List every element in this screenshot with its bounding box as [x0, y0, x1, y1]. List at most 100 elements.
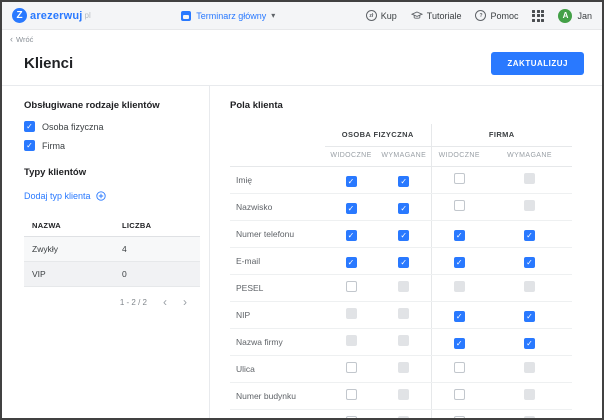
tutorials-button-label: Tutoriale [427, 11, 462, 21]
tutorials-button[interactable]: Tutoriale [411, 11, 462, 21]
checkbox-unchecked[interactable] [454, 389, 465, 400]
checkbox-checked[interactable]: ✓ [346, 230, 357, 241]
checkbox-cell [487, 356, 572, 383]
checkbox-unchecked[interactable] [454, 416, 465, 420]
checkbox-checked[interactable]: ✓ [524, 338, 535, 349]
checkbox-cell: ✓ [377, 248, 431, 275]
field-row: E-mail✓✓✓✓ [230, 248, 572, 275]
update-button[interactable]: ZAKTUALIZUJ [491, 52, 584, 75]
checkbox-checked[interactable]: ✓ [524, 257, 535, 268]
checkbox-unchecked[interactable] [346, 389, 357, 400]
subcolumn-visible: WIDOCZNE [325, 147, 377, 167]
group-header-company: FIRMA [431, 124, 572, 147]
checkbox-cell [377, 275, 431, 302]
user-menu[interactable]: A Jan [558, 9, 592, 23]
checkbox-unchecked[interactable] [454, 173, 465, 184]
checkbox-checked[interactable]: ✓ [454, 338, 465, 349]
checkbox-checked[interactable]: ✓ [398, 203, 409, 214]
topbar-center: Terminarz główny ▾ [91, 11, 366, 21]
checkbox-unchecked[interactable] [454, 200, 465, 211]
checkbox-unchecked[interactable] [346, 281, 357, 292]
checkbox-cell: ✓ [431, 329, 487, 356]
checkbox-cell: ✓ [325, 221, 377, 248]
checkbox-checked[interactable]: ✓ [24, 140, 35, 151]
client-type-count: 4 [122, 244, 127, 254]
checkbox-cell: ✓ [325, 194, 377, 221]
currency-icon: zł [366, 10, 377, 21]
client-fields-heading: Pola klienta [230, 100, 602, 111]
checkbox-cell [377, 383, 431, 410]
chevron-down-icon: ▾ [271, 11, 275, 20]
checkbox-disabled [346, 308, 357, 319]
checkbox-checked[interactable]: ✓ [454, 311, 465, 322]
subcolumn-visible: WIDOCZNE [431, 147, 487, 167]
field-label: PESEL [230, 275, 325, 302]
checkbox-unchecked[interactable] [346, 362, 357, 373]
apps-grid-icon[interactable] [532, 10, 544, 22]
checkbox-cell [325, 356, 377, 383]
chevron-right-icon[interactable]: › [183, 297, 187, 307]
checkbox-cell: ✓ [377, 221, 431, 248]
checkbox-cell: ✓ [487, 248, 572, 275]
add-client-type-link[interactable]: Dodaj typ klienta [24, 191, 199, 201]
checkbox-checked[interactable]: ✓ [524, 230, 535, 241]
field-label: NIP [230, 302, 325, 329]
client-type-row[interactable]: Zwykły4 [24, 237, 200, 262]
field-label: Numer budynku [230, 383, 325, 410]
checkbox-cell [487, 275, 572, 302]
buy-button[interactable]: zł Kup [366, 10, 397, 21]
help-button[interactable]: ? Pomoc [475, 10, 518, 21]
checkbox-disabled [398, 362, 409, 373]
checkbox-cell: ✓ [487, 302, 572, 329]
field-row: Nazwisko✓✓ [230, 194, 572, 221]
client-fields-table: OSOBA FIZYCZNA FIRMA WIDOCZNE WYMAGANE W… [230, 124, 572, 420]
checkbox-checked[interactable]: ✓ [398, 230, 409, 241]
checkbox-disabled [398, 416, 409, 420]
checkbox-checked[interactable]: ✓ [346, 176, 357, 187]
main-content: Obsługiwane rodzaje klientów ✓Osoba fizy… [2, 86, 602, 420]
checkbox-cell [431, 356, 487, 383]
checkbox-cell [377, 356, 431, 383]
checkbox-cell [431, 194, 487, 221]
avatar: A [558, 9, 572, 23]
schedule-selector[interactable]: Terminarz główny ▾ [181, 11, 275, 21]
checkbox-unchecked[interactable] [454, 362, 465, 373]
client-type-name: Zwykły [32, 244, 122, 254]
field-label: Numer telefonu [230, 221, 325, 248]
checkbox-unchecked[interactable] [346, 416, 357, 420]
field-label: Nazwa firmy [230, 329, 325, 356]
checkbox-checked[interactable]: ✓ [346, 257, 357, 268]
checkbox-disabled [398, 281, 409, 292]
supported-type-label: Firma [42, 141, 65, 151]
checkbox-cell: ✓ [431, 248, 487, 275]
page-header: Klienci ZAKTUALIZUJ [2, 46, 602, 85]
pagination: 1 - 2 / 2 ‹ › [24, 297, 199, 307]
breadcrumb-back-link[interactable]: ‹ Wróć [2, 30, 602, 46]
chevron-left-icon[interactable]: ‹ [163, 297, 167, 307]
checkbox-checked[interactable]: ✓ [398, 257, 409, 268]
help-button-label: Pomoc [490, 11, 518, 21]
checkbox-checked[interactable]: ✓ [524, 311, 535, 322]
checkbox-checked[interactable]: ✓ [24, 121, 35, 132]
logo[interactable]: Z arezerwuj pl [12, 8, 91, 23]
checkbox-checked[interactable]: ✓ [398, 176, 409, 187]
field-row: Numer lokalu [230, 410, 572, 420]
checkbox-cell [431, 167, 487, 194]
field-label: Ulica [230, 356, 325, 383]
group-header-row: OSOBA FIZYCZNA FIRMA [230, 124, 572, 147]
app-window: Z arezerwuj pl Terminarz główny ▾ zł Kup… [0, 0, 604, 420]
supported-type-option: ✓ Firma [24, 140, 199, 151]
page-title: Klienci [24, 55, 73, 72]
checkbox-checked[interactable]: ✓ [454, 257, 465, 268]
field-label: Imię [230, 167, 325, 194]
checkbox-checked[interactable]: ✓ [346, 203, 357, 214]
left-panel: Obsługiwane rodzaje klientów ✓Osoba fizy… [2, 86, 210, 420]
checkbox-checked[interactable]: ✓ [454, 230, 465, 241]
subcolumn-required: WYMAGANE [377, 147, 431, 167]
supported-types-list: ✓Osoba fizyczna✓Firma [24, 121, 199, 151]
checkbox-cell: ✓ [487, 329, 572, 356]
client-type-row[interactable]: VIP0 [24, 262, 200, 287]
checkbox-disabled [524, 200, 535, 211]
column-header-count: LICZBA [122, 221, 151, 230]
field-row: Numer budynku [230, 383, 572, 410]
